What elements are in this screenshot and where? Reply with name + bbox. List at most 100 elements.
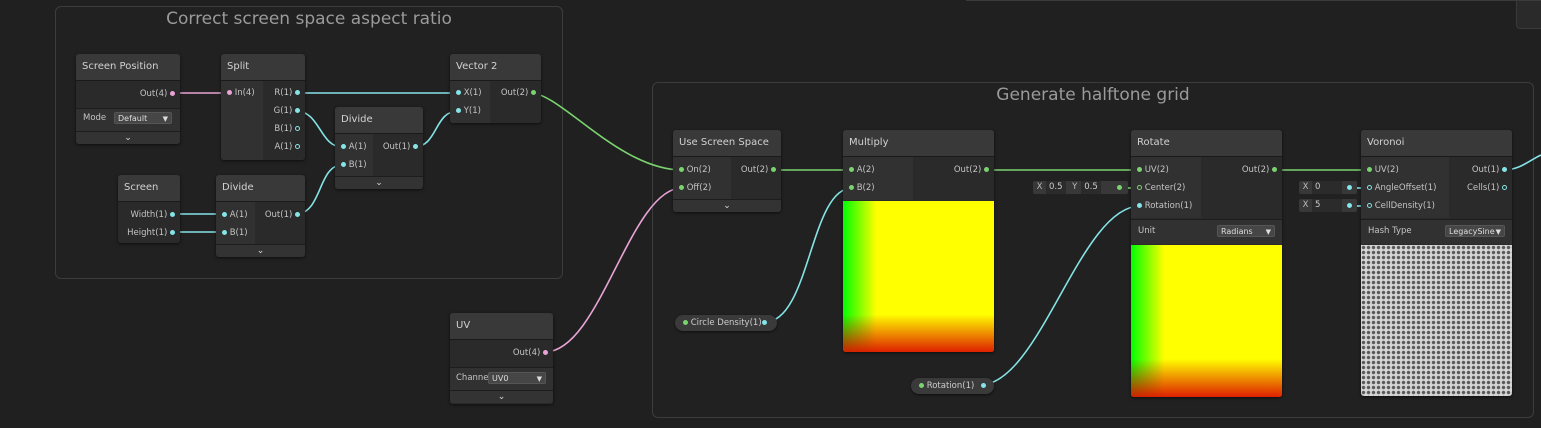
port-out[interactable]: Out(2)	[954, 164, 989, 176]
property-rotation[interactable]: Rotation(1)	[911, 378, 994, 394]
port-g[interactable]: G(1)	[274, 105, 300, 117]
chevron-down-icon: ⌄	[124, 133, 132, 143]
port-r[interactable]: R(1)	[274, 87, 300, 99]
port-b[interactable]: B(1)	[274, 123, 300, 135]
port-angle-offset[interactable]: AngleOffset(1)	[1367, 182, 1436, 194]
cell-density-input[interactable]: 5	[1312, 199, 1342, 212]
port-out[interactable]: Out(2)	[501, 87, 536, 99]
chevron-down-icon: ⌄	[256, 246, 265, 256]
node-use-screen-space[interactable]: Use Screen Space On(2) Off(2) Out(2) ⌄	[673, 130, 781, 212]
port-dot	[170, 91, 175, 96]
x-label: X	[1036, 182, 1043, 192]
port-y[interactable]: Y(1)	[456, 105, 481, 117]
node-uv[interactable]: UV Out(4) Channe UV0 ▼ ⌄	[450, 313, 553, 404]
chevron-down-icon: ⌄	[375, 178, 383, 188]
triangle-down-icon: ▼	[1495, 228, 1501, 236]
node-vector2[interactable]: Vector 2 X(1) Y(1) Out(2)	[450, 54, 541, 123]
node-title: Screen	[118, 175, 180, 202]
port-a[interactable]: A(1)	[222, 209, 248, 221]
port-out[interactable]: Out(4)	[140, 88, 175, 100]
unit-dropdown[interactable]: Radians ▼	[1217, 225, 1275, 237]
port-out[interactable]: Out(4)	[513, 347, 548, 359]
port-on[interactable]: On(2)	[679, 164, 711, 176]
port-dot	[1117, 185, 1122, 190]
node-title: Multiply	[843, 130, 994, 157]
node-split[interactable]: Split In(4) R(1) G(1) B(1) A(1)	[221, 54, 305, 160]
wire-rotation-prop	[979, 205, 1141, 386]
port-out[interactable]: Out(2)	[1242, 164, 1277, 176]
node-title: Rotate	[1131, 130, 1282, 157]
collapse-button[interactable]: ⌄	[76, 131, 180, 144]
port-cells[interactable]: Cells(1)	[1467, 182, 1507, 194]
port-dot	[1347, 185, 1352, 190]
port-out[interactable]: Out(1)	[1472, 164, 1507, 176]
port-height[interactable]: Height(1)	[127, 227, 175, 239]
port-dot	[1347, 203, 1352, 208]
port-uv[interactable]: UV(2)	[1367, 164, 1399, 176]
port-out[interactable]: Out(1)	[383, 141, 418, 153]
node-title: Voronoi	[1361, 130, 1512, 157]
node-screen-position[interactable]: Screen Position Out(4) Mode Default ▼ ⌄	[76, 54, 180, 144]
node-title: Use Screen Space	[673, 130, 781, 157]
property-circle-density[interactable]: Circle Density(1)	[675, 315, 777, 331]
wire-vector2-usescreen-on	[530, 92, 683, 171]
center-y-input[interactable]: 0.5	[1081, 181, 1101, 194]
triangle-down-icon: ▼	[536, 375, 542, 383]
port-rotation[interactable]: Rotation(1)	[1137, 200, 1192, 212]
node-divide-a[interactable]: Divide A(1) B(1) Out(1) ⌄	[335, 107, 423, 189]
port-width[interactable]: Width(1)	[131, 209, 175, 221]
node-divide-b[interactable]: Divide A(1) B(1) Out(1) ⌄	[216, 175, 305, 257]
node-rotate[interactable]: Rotate UV(2) Center(2) Rotation(1) Out(2…	[1131, 130, 1282, 397]
angle-offset-value-field[interactable]: X0	[1299, 181, 1357, 194]
port-uv[interactable]: UV(2)	[1137, 164, 1169, 176]
x-label: X	[1302, 200, 1309, 210]
port-a[interactable]: A(1)	[341, 141, 367, 153]
port-dot	[762, 320, 767, 325]
node-title: Vector 2	[450, 54, 541, 81]
port-a[interactable]: A(2)	[849, 164, 875, 176]
x-label: X	[1302, 182, 1309, 192]
port-cell-density[interactable]: CellDensity(1)	[1367, 200, 1435, 212]
collapse-button[interactable]: ⌄	[450, 390, 553, 403]
collapse-button[interactable]: ⌄	[335, 176, 423, 189]
uv-gradient-preview	[843, 201, 994, 352]
collapse-button[interactable]: ⌄	[673, 199, 781, 212]
port-out[interactable]: Out(2)	[741, 164, 776, 176]
port-off[interactable]: Off(2)	[679, 182, 711, 194]
chevron-down-icon: ⌄	[723, 201, 731, 211]
node-title: Screen Position	[76, 54, 180, 81]
port-b[interactable]: B(1)	[222, 227, 248, 239]
port-in[interactable]: In(4)	[227, 87, 255, 99]
hash-type-dropdown[interactable]: LegacySine ▼	[1445, 225, 1505, 237]
node-title: Split	[221, 54, 305, 81]
hash-type-label: Hash Type	[1368, 226, 1412, 236]
angle-offset-input[interactable]: 0	[1312, 181, 1342, 194]
collapse-button[interactable]: ⌄	[216, 244, 305, 257]
property-indicator	[683, 320, 688, 325]
chevron-down-icon: ⌄	[497, 392, 506, 402]
port-out[interactable]: Out(1)	[265, 209, 300, 221]
port-center[interactable]: Center(2)	[1137, 182, 1185, 194]
center-x-input[interactable]: 0.5	[1046, 181, 1066, 194]
port-dot	[227, 90, 232, 95]
rotated-gradient-preview	[1131, 245, 1282, 397]
port-x[interactable]: X(1)	[456, 87, 482, 99]
node-multiply[interactable]: Multiply A(2) B(2) Out(2)	[843, 130, 994, 352]
node-title: UV	[450, 313, 553, 340]
node-screen[interactable]: Screen Width(1) Height(1)	[118, 175, 180, 243]
y-label: Y	[1072, 182, 1078, 192]
channel-label: Channe	[456, 373, 489, 383]
wire-uv-usescreen-off	[544, 187, 683, 353]
node-voronoi[interactable]: Voronoi UV(2) AngleOffset(1) CellDensity…	[1361, 130, 1512, 396]
node-title: Divide	[216, 175, 305, 202]
center-value-field[interactable]: X 0.5 Y 0.5	[1033, 181, 1128, 194]
cell-density-value-field[interactable]: X5	[1299, 199, 1357, 212]
node-title: Divide	[335, 107, 423, 134]
port-b[interactable]: B(1)	[341, 159, 367, 171]
port-b[interactable]: B(2)	[849, 182, 875, 194]
channel-dropdown[interactable]: UV0 ▼	[488, 372, 546, 384]
unit-label: Unit	[1138, 226, 1156, 236]
mode-dropdown[interactable]: Default ▼	[114, 112, 172, 124]
port-a[interactable]: A(1)	[274, 141, 300, 153]
triangle-down-icon: ▼	[1265, 228, 1271, 236]
